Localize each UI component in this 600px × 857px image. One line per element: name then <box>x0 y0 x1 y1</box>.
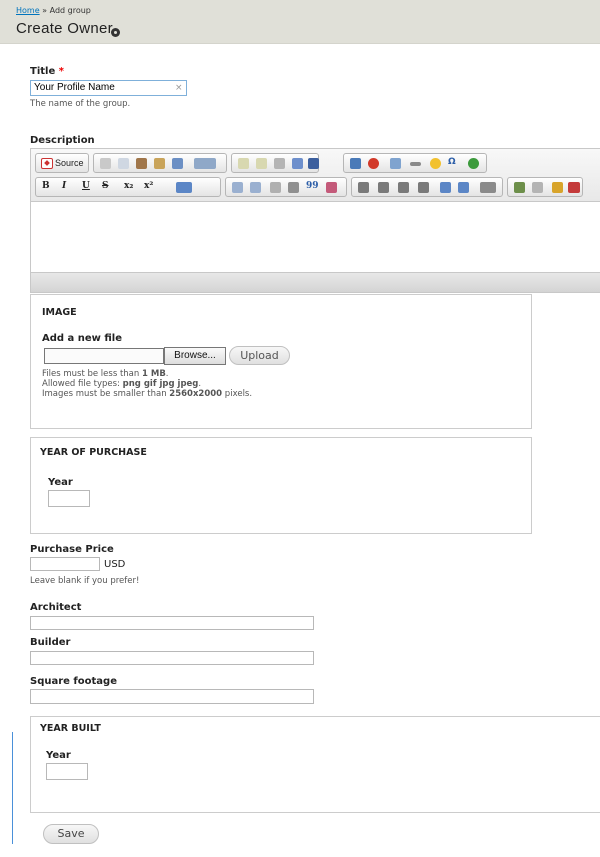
italic-icon[interactable]: I <box>62 181 66 191</box>
year-of-purchase-legend: YEAR OF PURCHASE <box>40 447 147 458</box>
year-built-input[interactable] <box>46 763 88 780</box>
square-footage-label: Square footage <box>30 676 117 687</box>
superscript-icon[interactable]: x² <box>144 181 153 191</box>
purchase-price-label: Purchase Price <box>30 544 114 555</box>
media-icon[interactable] <box>568 182 580 193</box>
paragraph-group: 99 <box>225 177 347 197</box>
page-header: Home » Add group Create Owner <box>0 0 600 44</box>
rtl-icon[interactable] <box>458 182 469 193</box>
cut-icon[interactable] <box>100 158 111 169</box>
file-help-text: Files must be less than 1 MB. Allowed fi… <box>42 369 252 399</box>
insert-group: Ω <box>343 153 487 173</box>
horizontal-rule-icon[interactable] <box>410 162 421 166</box>
redo-icon[interactable] <box>256 158 267 169</box>
iframe-icon[interactable] <box>468 158 479 169</box>
source-button[interactable]: Source <box>35 153 89 173</box>
strike-icon[interactable]: S <box>102 181 109 191</box>
file-dimensions-help: Images must be smaller than 2560x2000 pi… <box>42 389 253 399</box>
find-icon[interactable] <box>274 158 285 169</box>
div-icon[interactable] <box>326 182 337 193</box>
replace-icon[interactable] <box>292 158 303 169</box>
table-icon[interactable] <box>390 158 401 169</box>
blockquote-icon[interactable]: 99 <box>306 181 319 191</box>
breadcrumb-home-link[interactable]: Home <box>16 6 40 15</box>
browse-button[interactable]: Browse... <box>164 347 226 365</box>
file-size-help: Files must be less than 1 MB. <box>42 369 169 379</box>
file-types-help: Allowed file types: png gif jpg jpeg. <box>42 379 202 389</box>
breadcrumb-separator: » <box>39 6 50 15</box>
title-label: Title * <box>30 66 64 77</box>
year-built-fieldset <box>30 716 600 813</box>
source-button-label: Source <box>55 158 84 168</box>
title-description: The name of the group. <box>30 99 131 109</box>
special-char-icon[interactable]: Ω <box>448 157 456 167</box>
file-path-input[interactable] <box>44 348 164 364</box>
outdent-icon[interactable] <box>270 182 281 193</box>
justify-icon[interactable] <box>418 182 429 193</box>
anchor-icon[interactable] <box>552 182 563 193</box>
remove-format-icon[interactable] <box>176 182 192 193</box>
add-file-label: Add a new file <box>42 333 123 344</box>
builder-input[interactable] <box>30 651 314 665</box>
image-legend: IMAGE <box>42 307 77 318</box>
clipboard-group <box>93 153 227 173</box>
purchase-price-input[interactable] <box>30 557 100 571</box>
copy-icon[interactable] <box>118 158 129 169</box>
bulleted-list-icon[interactable] <box>250 182 261 193</box>
architect-label: Architect <box>30 602 82 613</box>
align-center-icon[interactable] <box>378 182 389 193</box>
indent-icon[interactable] <box>288 182 299 193</box>
undo-icon[interactable] <box>238 158 249 169</box>
editor-content-area[interactable] <box>31 202 600 272</box>
rich-text-editor: Source Ω B I U S x₂ x² 99 <box>30 148 600 293</box>
architect-input[interactable] <box>30 616 314 630</box>
breadcrumb: Home » Add group <box>16 6 91 15</box>
clear-input-icon[interactable]: × <box>175 83 183 93</box>
editor-toolbar: Source Ω B I U S x₂ x² 99 <box>31 149 600 202</box>
currency-label: USD <box>104 559 126 570</box>
subscript-icon[interactable]: x₂ <box>124 181 133 191</box>
source-icon <box>41 158 53 169</box>
unlink-icon[interactable] <box>532 182 543 193</box>
description-label: Description <box>30 135 95 146</box>
purchase-year-input[interactable] <box>48 490 90 507</box>
language-icon[interactable] <box>480 182 496 193</box>
page-title: Create Owner <box>16 20 113 37</box>
required-mark: * <box>58 66 64 77</box>
paste-text-icon[interactable] <box>154 158 165 169</box>
editor-footer-bar <box>31 272 600 292</box>
builder-label: Builder <box>30 637 71 648</box>
focus-indicator-line <box>12 732 13 844</box>
spellcheck-icon[interactable] <box>194 158 216 169</box>
smiley-icon[interactable] <box>430 158 441 169</box>
title-input[interactable]: Your Profile Name <box>30 80 187 96</box>
year-built-year-label: Year <box>46 750 71 761</box>
purchase-price-description: Leave blank if you prefer! <box>30 576 140 586</box>
title-label-text: Title <box>30 66 56 77</box>
links-group <box>507 177 583 197</box>
breadcrumb-current: Add group <box>49 6 91 15</box>
purchase-year-label: Year <box>48 477 73 488</box>
alignment-group <box>351 177 503 197</box>
paste-word-icon[interactable] <box>172 158 183 169</box>
link-icon[interactable] <box>514 182 525 193</box>
paste-icon[interactable] <box>136 158 147 169</box>
align-left-icon[interactable] <box>358 182 369 193</box>
flash-icon[interactable] <box>368 158 379 169</box>
year-built-legend: YEAR BUILT <box>40 723 101 734</box>
basic-styles-group: B I U S x₂ x² <box>35 177 221 197</box>
edit-group <box>231 153 319 173</box>
ltr-icon[interactable] <box>440 182 451 193</box>
bold-icon[interactable]: B <box>42 181 50 191</box>
underline-icon[interactable]: U <box>82 181 90 191</box>
upload-button[interactable]: Upload <box>229 346 290 365</box>
shortcut-gear-icon[interactable] <box>111 28 120 37</box>
align-right-icon[interactable] <box>398 182 409 193</box>
numbered-list-icon[interactable] <box>232 182 243 193</box>
image-icon[interactable] <box>350 158 361 169</box>
square-footage-input[interactable] <box>30 689 314 704</box>
select-all-icon[interactable] <box>308 158 319 169</box>
save-button[interactable]: Save <box>43 824 99 844</box>
